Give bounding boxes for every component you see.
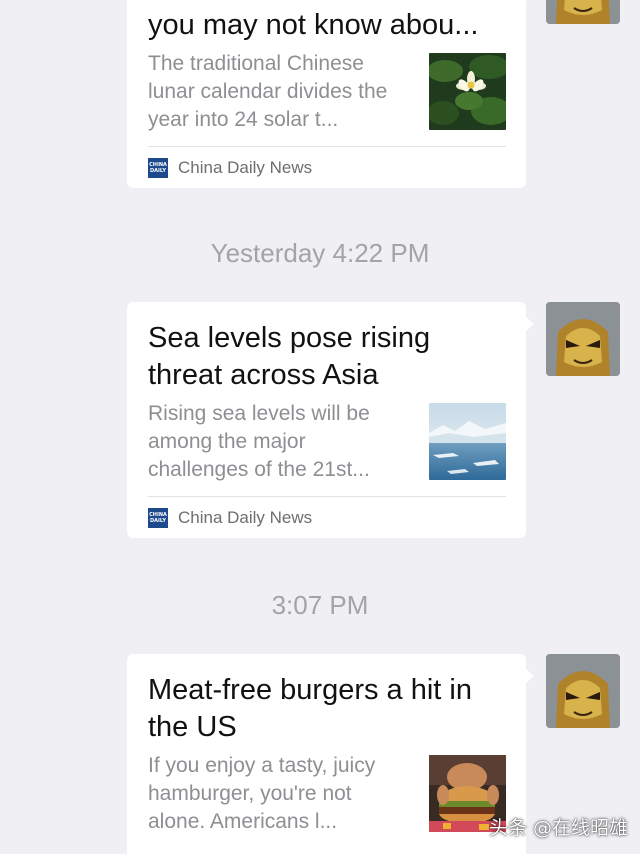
glacier-sea-image [429,403,506,480]
news-card-source: CHINA DAILY China Daily News [148,496,506,538]
news-card[interactable]: Meat-free burgers a hit in the US If you… [127,654,534,854]
watermark: 头条 @在线昭雄 [489,813,628,840]
news-source-name: China Daily News [178,157,313,177]
news-card-summary: The traditional Chinese lunar calendar d… [148,52,388,131]
news-source-name: China Daily News [178,507,313,527]
news-card[interactable]: Sea levels pose rising threat across Asi… [127,302,534,538]
news-card-title-line-1: Meat-free burgers a hit in [148,674,472,706]
avatar[interactable] [546,0,620,24]
chat-timestamp: Yesterday 4:22 PM [210,238,430,268]
avatar[interactable] [546,654,620,728]
news-card-body: The traditional Chinese lunar calendar d… [148,50,506,134]
news-card-title-line-1: Sea levels pose rising [148,322,431,354]
news-card-title-line-2: the US [148,711,237,743]
news-card-summary: If you enjoy a tasty, juicy hamburger, y… [148,754,376,833]
avatar[interactable] [546,302,620,376]
news-card-summary: Rising sea levels will be among the majo… [148,402,370,481]
chat-timestamp: 3:07 PM [271,590,369,620]
watermark-text: 头条 @在线昭雄 [488,817,628,839]
china-daily-logo-icon: CHINA DAILY [148,157,168,178]
china-daily-logo-icon: CHINA DAILY [148,507,168,528]
news-card-source: CHINA DAILY China Daily News [148,146,506,188]
news-card[interactable]: you may not know abou... The traditional… [127,0,534,188]
chat-view: you may not know abou... The traditional… [0,0,640,854]
news-card-title-line-2: threat across Asia [148,359,379,391]
news-card-body: Rising sea levels will be among the majo… [148,400,506,484]
lotus-flower-image [429,53,506,130]
news-card-body: If you enjoy a tasty, juicy hamburger, y… [148,752,506,836]
news-card-title: you may not know abou... [148,9,479,41]
